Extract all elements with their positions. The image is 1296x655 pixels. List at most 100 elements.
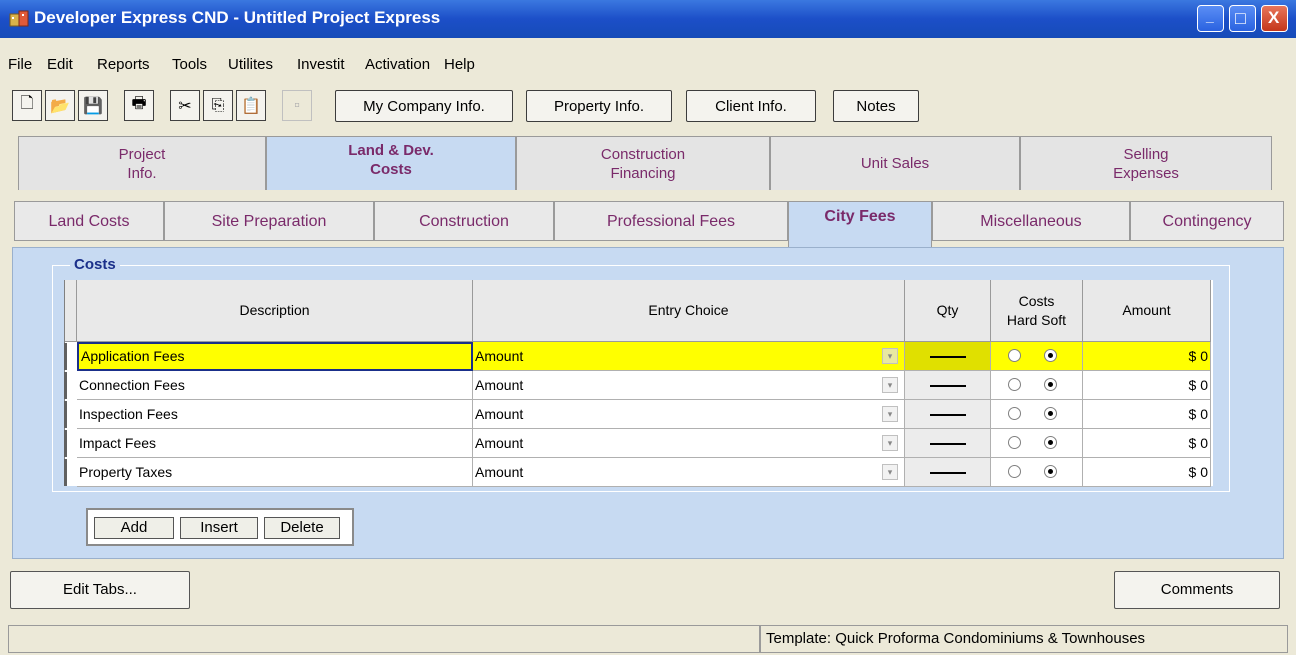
header-entry-choice[interactable]: Entry Choice <box>473 280 905 342</box>
open-folder-icon[interactable]: 📂 <box>45 90 75 121</box>
qty-cell[interactable] <box>905 429 991 458</box>
hard-cost-radio[interactable] <box>1008 349 1021 362</box>
tab-unit-sales[interactable]: Unit Sales <box>770 136 1020 190</box>
entry-choice-select[interactable]: Amount ▾ <box>473 371 905 400</box>
menu-help[interactable]: Help <box>444 56 475 73</box>
tab-land-dev-costs[interactable]: Land & Dev. Costs <box>266 136 516 190</box>
entry-choice-select[interactable]: Amount ▾ <box>473 342 905 371</box>
costs-cell <box>991 458 1083 487</box>
amount-cell[interactable]: $ 0 <box>1083 371 1211 400</box>
description-cell[interactable]: Connection Fees <box>77 371 473 400</box>
amount-cell[interactable]: $ 0 <box>1083 400 1211 429</box>
add-button[interactable]: Add <box>94 517 174 539</box>
header-costs-line1: Costs <box>1018 292 1055 309</box>
qty-cell[interactable] <box>905 371 991 400</box>
menu-edit[interactable]: Edit <box>47 56 73 73</box>
row-indicator[interactable] <box>64 401 69 428</box>
description-cell[interactable]: Impact Fees <box>77 429 473 458</box>
menu-tools[interactable]: Tools <box>172 56 207 73</box>
qty-cell[interactable] <box>905 342 991 371</box>
tab-land-costs[interactable]: Land Costs <box>14 201 164 241</box>
save-icon[interactable]: 💾 <box>78 90 108 121</box>
menu-reports[interactable]: Reports <box>97 56 150 73</box>
entry-choice-select[interactable]: Amount ▾ <box>473 400 905 429</box>
tab-professional-fees[interactable]: Professional Fees <box>554 201 788 241</box>
notes-button[interactable]: Notes <box>833 90 919 122</box>
soft-cost-radio[interactable] <box>1044 378 1057 391</box>
edit-tabs-button[interactable]: Edit Tabs... <box>10 571 190 609</box>
dropdown-arrow-icon[interactable]: ▾ <box>882 406 898 422</box>
entry-choice-select[interactable]: Amount ▾ <box>473 458 905 487</box>
client-info-button[interactable]: Client Info. <box>686 90 816 122</box>
new-document-icon[interactable]: 🗋 <box>12 90 42 121</box>
comments-button[interactable]: Comments <box>1114 571 1280 609</box>
status-template: Template: Quick Proforma Condominiums & … <box>760 625 1288 653</box>
soft-cost-radio[interactable] <box>1044 465 1057 478</box>
table-row[interactable]: Application Fees Amount ▾ $ 0 <box>64 342 1213 371</box>
header-costs[interactable]: Costs Hard Soft <box>991 280 1083 342</box>
hard-cost-radio[interactable] <box>1008 378 1021 391</box>
description-cell[interactable]: Application Fees <box>77 342 473 371</box>
table-row[interactable]: Impact Fees Amount ▾ $ 0 <box>64 429 1213 458</box>
my-company-info-button[interactable]: My Company Info. <box>335 90 513 122</box>
amount-cell[interactable]: $ 0 <box>1083 429 1211 458</box>
menu-file[interactable]: File <box>8 56 32 73</box>
tab-city-fees[interactable]: City Fees <box>788 201 932 247</box>
amount-cell[interactable]: $ 0 <box>1083 342 1211 371</box>
row-indicator[interactable] <box>64 372 69 399</box>
amount-cell[interactable]: $ 0 <box>1083 458 1211 487</box>
tab-label: Costs <box>370 161 412 178</box>
hard-cost-radio[interactable] <box>1008 465 1021 478</box>
tab-contingency[interactable]: Contingency <box>1130 201 1284 241</box>
paste-icon[interactable]: 📋 <box>236 90 266 121</box>
soft-cost-radio[interactable] <box>1044 407 1057 420</box>
tab-construction-financing[interactable]: Construction Financing <box>516 136 770 190</box>
dropdown-arrow-icon[interactable]: ▾ <box>882 435 898 451</box>
maximize-button[interactable]: □ <box>1229 5 1256 32</box>
tab-label: Unit Sales <box>860 155 930 172</box>
tab-site-preparation[interactable]: Site Preparation <box>164 201 374 241</box>
entry-choice-value: Amount <box>475 464 524 480</box>
menu-utilites[interactable]: Utilites <box>228 56 273 73</box>
row-indicator[interactable] <box>64 343 69 370</box>
dropdown-arrow-icon[interactable]: ▾ <box>882 348 898 364</box>
tab-construction[interactable]: Construction <box>374 201 554 241</box>
header-description[interactable]: Description <box>77 280 473 342</box>
tab-project-info[interactable]: Project Info. <box>18 136 266 190</box>
menu-investit[interactable]: Investit <box>297 56 345 73</box>
header-amount[interactable]: Amount <box>1083 280 1211 342</box>
dropdown-arrow-icon[interactable]: ▾ <box>882 377 898 393</box>
costs-cell <box>991 342 1083 371</box>
property-info-button[interactable]: Property Info. <box>526 90 672 122</box>
table-row[interactable]: Property Taxes Amount ▾ $ 0 <box>64 458 1213 487</box>
costs-cell <box>991 371 1083 400</box>
close-button[interactable]: X <box>1261 5 1288 32</box>
description-cell[interactable]: Inspection Fees <box>77 400 473 429</box>
tab-selling-expenses[interactable]: Selling Expenses <box>1020 136 1272 190</box>
delete-button[interactable]: Delete <box>264 517 340 539</box>
qty-cell[interactable] <box>905 400 991 429</box>
table-row[interactable]: Connection Fees Amount ▾ $ 0 <box>64 371 1213 400</box>
tab-miscellaneous[interactable]: Miscellaneous <box>932 201 1130 241</box>
copy-icon[interactable]: ⎘ <box>203 90 233 121</box>
minimize-button[interactable]: _ <box>1197 5 1224 32</box>
print-icon[interactable]: 🖶 <box>124 90 154 121</box>
soft-cost-radio[interactable] <box>1044 436 1057 449</box>
qty-cell[interactable] <box>905 458 991 487</box>
dropdown-arrow-icon[interactable]: ▾ <box>882 464 898 480</box>
row-indicator[interactable] <box>64 459 69 486</box>
cut-icon[interactable]: ✂ <box>170 90 200 121</box>
entry-choice-select[interactable]: Amount ▾ <box>473 429 905 458</box>
header-qty[interactable]: Qty <box>905 280 991 342</box>
row-indicator[interactable] <box>64 430 69 457</box>
description-cell[interactable]: Property Taxes <box>77 458 473 487</box>
row-indicator-header <box>65 280 77 342</box>
hard-cost-radio[interactable] <box>1008 436 1021 449</box>
disabled-tool-icon: ▫ <box>282 90 312 121</box>
tab-label: Expenses <box>1113 165 1179 182</box>
hard-cost-radio[interactable] <box>1008 407 1021 420</box>
table-row[interactable]: Inspection Fees Amount ▾ $ 0 <box>64 400 1213 429</box>
menu-activation[interactable]: Activation <box>365 56 430 73</box>
soft-cost-radio[interactable] <box>1044 349 1057 362</box>
insert-button[interactable]: Insert <box>180 517 258 539</box>
